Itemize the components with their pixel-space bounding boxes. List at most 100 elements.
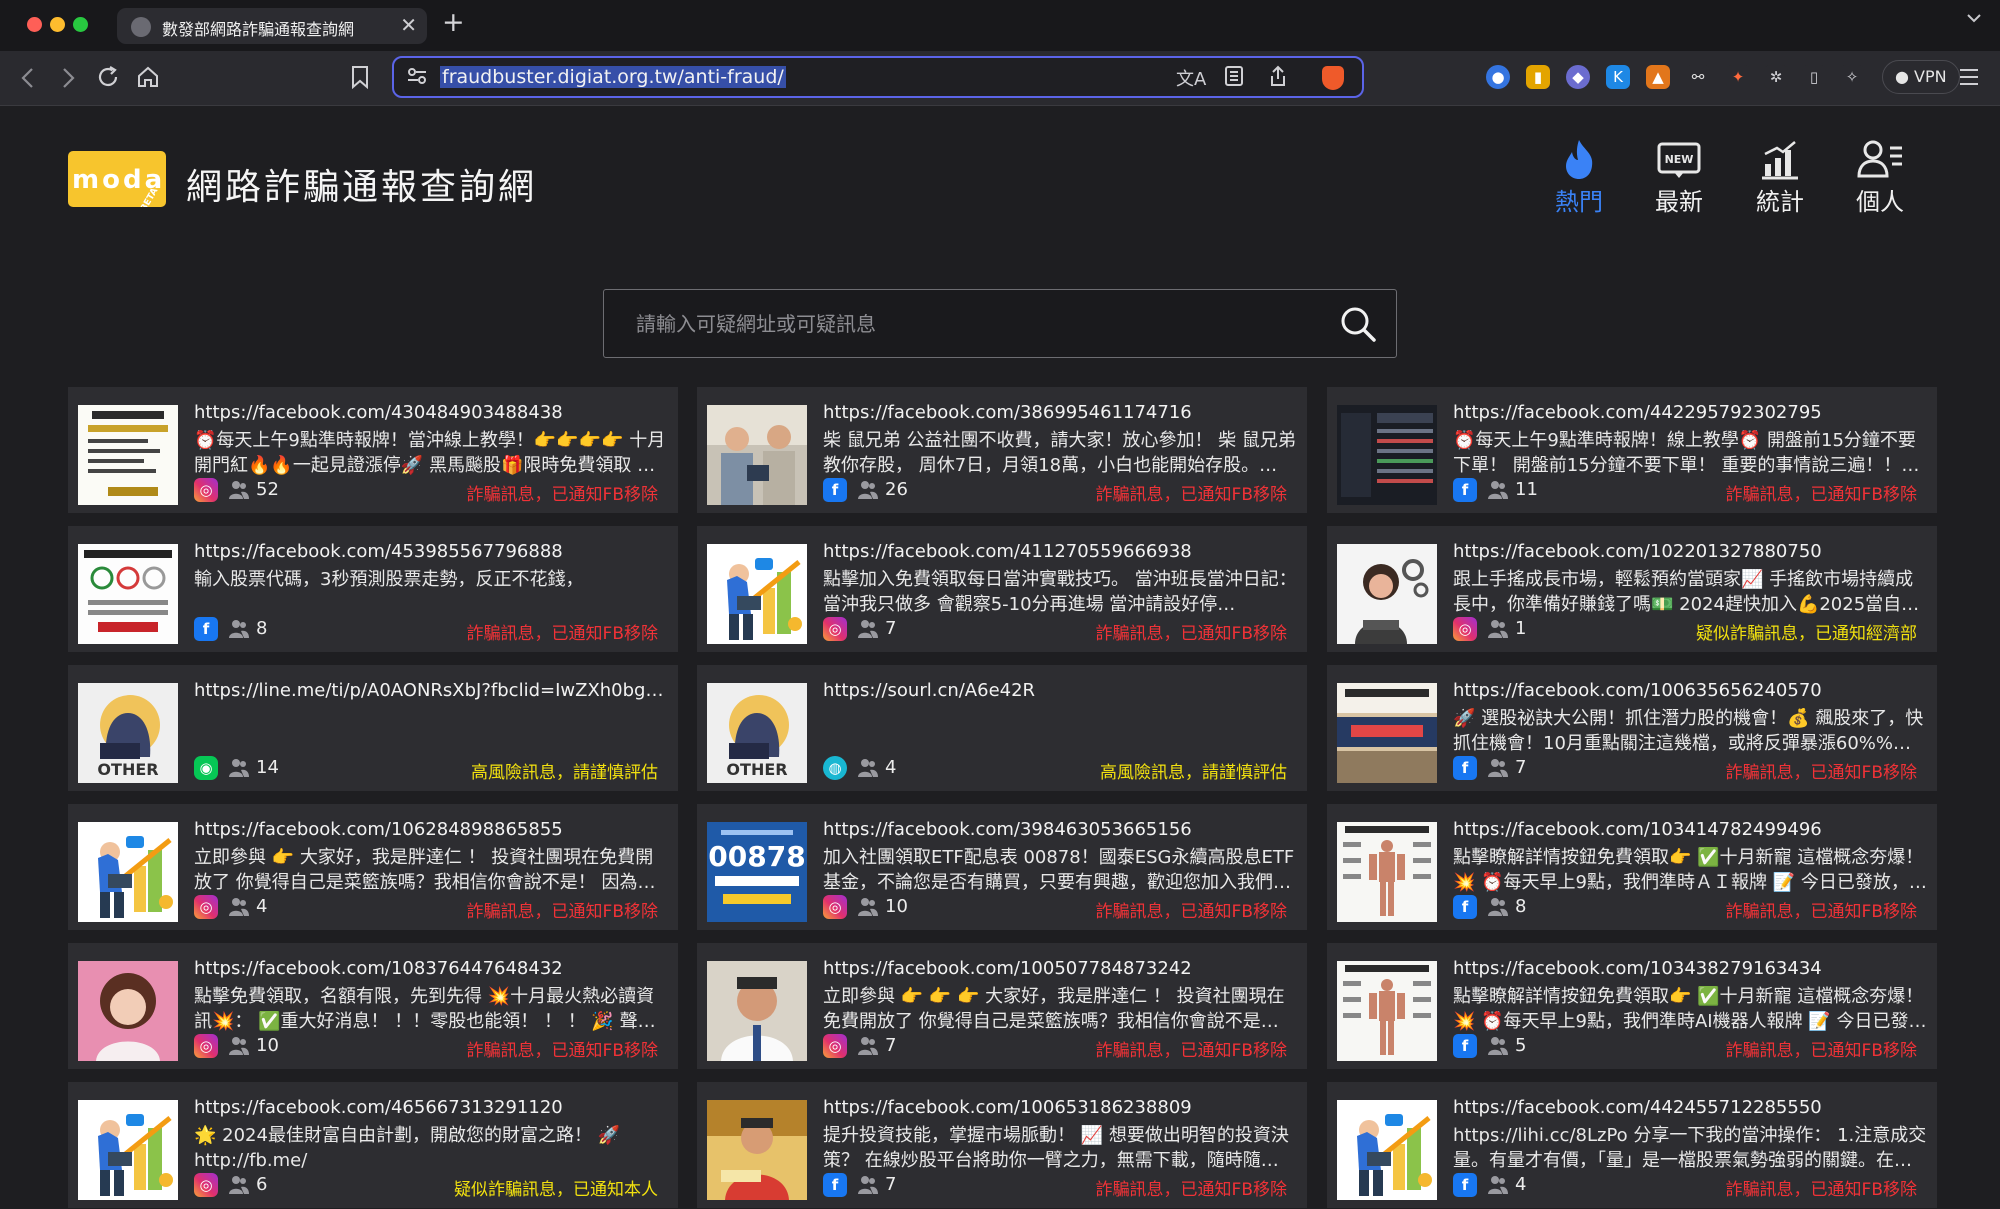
report-message	[823, 706, 1297, 756]
nav-label: 個人	[1856, 188, 1904, 216]
forward-arrow-icon[interactable]	[60, 67, 76, 89]
report-url[interactable]: https://sourl.cn/A6e42R	[823, 680, 1293, 701]
report-message: 🚀 選股祕訣大公開！抓住潛力股的機會！💰 飆股來了，快抓住機會！10月重點關注這…	[1453, 708, 1924, 754]
report-url[interactable]: https://facebook.com/411270559666938	[823, 541, 1293, 562]
nav-hot[interactable]: 熱門	[1534, 136, 1624, 217]
back-arrow-icon[interactable]	[20, 67, 36, 89]
report-card[interactable]: https://facebook.com/100507784873242 立即參與…	[697, 943, 1307, 1069]
facebook-icon: f	[1453, 1173, 1477, 1197]
report-card[interactable]: OTHER https://sourl.cn/A6e42R ◍ 4 高風險訊息，請謹慎評…	[697, 665, 1307, 791]
moda-logo[interactable]: moda BETA	[68, 151, 166, 207]
search-box[interactable]	[603, 289, 1397, 358]
fire-icon	[1566, 140, 1593, 179]
report-url[interactable]: https://facebook.com/465667313291120	[194, 1097, 664, 1118]
report-url[interactable]: https://facebook.com/103414782499496	[1453, 819, 1923, 840]
report-card[interactable]: https://facebook.com/100653186238809 提升投資…	[697, 1082, 1307, 1208]
report-url[interactable]: https://facebook.com/100635656240570	[1453, 680, 1923, 701]
close-window-button[interactable]	[27, 17, 42, 32]
report-url[interactable]: https://facebook.com/103438279163434	[1453, 958, 1923, 979]
report-thumbnail: OTHER	[707, 683, 807, 783]
extension-ring-icon[interactable]: ●	[1486, 65, 1510, 89]
report-status: 詐騙訊息，已通知FB移除	[1725, 1180, 1917, 1200]
reader-mode-icon[interactable]	[1224, 65, 1244, 87]
minimize-window-button[interactable]	[50, 17, 65, 32]
translate-icon[interactable]: 文A	[1176, 65, 1206, 91]
report-status: 詐騙訊息，已通知FB移除	[1095, 485, 1287, 505]
extension-k-icon[interactable]: K	[1606, 65, 1630, 89]
new-badge-icon: NEW	[1657, 142, 1701, 178]
report-url[interactable]: https://facebook.com/442455712285550	[1453, 1097, 1923, 1118]
nav-personal[interactable]: 個人	[1835, 136, 1925, 217]
brave-shields-icon[interactable]	[1322, 66, 1344, 90]
reload-icon[interactable]	[96, 65, 120, 89]
bookmark-icon[interactable]	[350, 65, 370, 89]
vpn-button[interactable]: ● VPN	[1882, 60, 1960, 94]
extension-fox-icon[interactable]: ▲	[1646, 65, 1670, 89]
reporters-icon	[858, 620, 878, 638]
report-card[interactable]: https://facebook.com/106284898865855 立即參與…	[68, 804, 678, 930]
report-count: 26	[885, 479, 908, 500]
report-message: 點擊免費領取，名額有限，先到先得 💥十月最火熱必讀資訊💥： ✅重大好消息！ ！！…	[194, 986, 655, 1032]
report-url[interactable]: https://line.me/ti/p/A0AONRsXbJ?fbclid=I…	[194, 680, 664, 701]
site-settings-icon[interactable]	[406, 65, 428, 87]
bar-chart-icon	[1762, 141, 1798, 180]
report-url[interactable]: https://facebook.com/100507784873242	[823, 958, 1293, 979]
report-message: 輸入股票代碼，3秒預測股票走勢，反正不花錢，	[194, 569, 584, 590]
report-url[interactable]: https://facebook.com/442295792302795	[1453, 402, 1923, 423]
search-icon[interactable]	[1338, 304, 1378, 344]
url-text[interactable]: fraudbuster.digiat.org.tw/anti-fraud/	[440, 66, 786, 88]
report-count: 52	[256, 479, 279, 500]
site-title[interactable]: 網路詐騙通報查詢網	[186, 158, 537, 210]
extension-link-icon[interactable]: ⚯	[1686, 65, 1710, 89]
report-card[interactable]: 00878 https://facebook.com/39846305366515…	[697, 804, 1307, 930]
report-url[interactable]: https://facebook.com/106284898865855	[194, 819, 664, 840]
facebook-icon: f	[194, 617, 218, 641]
menu-icon[interactable]	[1958, 67, 1980, 87]
report-card[interactable]: OTHER https://line.me/ti/p/A0AONRsXbJ?fbc…	[68, 665, 678, 791]
web-link-icon: ◍	[823, 756, 847, 780]
report-card[interactable]: https://facebook.com/103414782499496 點擊瞭解…	[1327, 804, 1937, 930]
extension-spark-icon[interactable]: ✦	[1726, 65, 1750, 89]
tab-list-chevron-icon[interactable]	[1966, 10, 1982, 26]
report-card[interactable]: https://facebook.com/465667313291120 🌟 20…	[68, 1082, 678, 1208]
address-bar[interactable]: fraudbuster.digiat.org.tw/anti-fraud/ 文A	[392, 56, 1364, 98]
report-card[interactable]: https://facebook.com/430484903488438 ⏰每天上…	[68, 387, 678, 513]
report-url[interactable]: https://facebook.com/430484903488438	[194, 402, 664, 423]
report-status: 詐騙訊息，已通知FB移除	[1725, 1041, 1917, 1061]
browser-tab[interactable]: 數發部網路詐騙通報查詢網 ✕	[117, 8, 427, 44]
extension-key-icon[interactable]: ▮	[1526, 65, 1550, 89]
report-card[interactable]: https://facebook.com/386995461174716 柴 鼠兄…	[697, 387, 1307, 513]
leo-ai-icon[interactable]: ✧	[1840, 65, 1864, 89]
report-url[interactable]: https://facebook.com/102201327880750	[1453, 541, 1923, 562]
report-url[interactable]: https://facebook.com/386995461174716	[823, 402, 1293, 423]
report-card[interactable]: https://facebook.com/442295792302795 ⏰每天上…	[1327, 387, 1937, 513]
report-card[interactable]: https://facebook.com/453985567796888 輸入股票…	[68, 526, 678, 652]
nav-latest[interactable]: NEW 最新	[1634, 136, 1724, 217]
report-card[interactable]: https://facebook.com/100635656240570 🚀 選股…	[1327, 665, 1937, 791]
share-icon[interactable]	[1268, 65, 1288, 87]
extension-ghost-icon[interactable]: ◆	[1566, 65, 1590, 89]
report-card[interactable]: https://facebook.com/103438279163434 點擊瞭解…	[1327, 943, 1937, 1069]
report-url[interactable]: https://facebook.com/108376447648432	[194, 958, 664, 979]
nav-stats[interactable]: 統計	[1735, 136, 1825, 217]
report-card[interactable]: https://facebook.com/102201327880750 跟上手搖…	[1327, 526, 1937, 652]
new-tab-button[interactable]: +	[442, 7, 465, 38]
tab-close-icon[interactable]: ✕	[400, 13, 417, 37]
extensions-puzzle-icon[interactable]: ✲	[1764, 65, 1788, 89]
search-input[interactable]	[636, 307, 1316, 341]
report-footer: f 8 詐騙訊息，已通知FB移除	[194, 617, 668, 644]
report-url[interactable]: https://facebook.com/100653186238809	[823, 1097, 1293, 1118]
reporters-icon	[229, 1037, 249, 1055]
report-card[interactable]: https://facebook.com/411270559666938 點擊加入…	[697, 526, 1307, 652]
report-card[interactable]: https://facebook.com/442455712285550 http…	[1327, 1082, 1937, 1208]
report-url[interactable]: https://facebook.com/398463053665156	[823, 819, 1293, 840]
report-message: ⏰每天上午9點準時報牌！線上教學⏰ 開盤前15分鐘不要下單！ 開盤前15分鐘不要…	[1453, 430, 1920, 476]
report-footer: ◎ 6 疑似詐騙訊息，已通知本人	[194, 1173, 668, 1200]
report-card[interactable]: https://facebook.com/108376447648432 點擊免費…	[68, 943, 678, 1069]
home-icon[interactable]	[136, 65, 160, 89]
report-url[interactable]: https://facebook.com/453985567796888	[194, 541, 664, 562]
sidebar-toggle-icon[interactable]: ▯	[1802, 65, 1826, 89]
maximize-window-button[interactable]	[73, 17, 88, 32]
report-status: 疑似詐騙訊息，已通知經濟部	[1696, 624, 1917, 644]
facebook-icon: f	[823, 1173, 847, 1197]
